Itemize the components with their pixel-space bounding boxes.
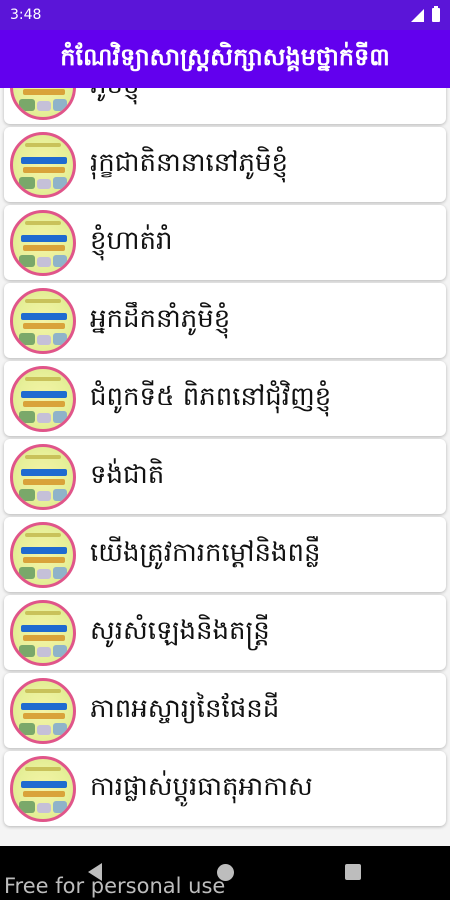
book-cover-thumbnail xyxy=(10,131,76,198)
lesson-list-item[interactable]: យើងត្រូវការកម្ដៅនិងពន្លឺ xyxy=(4,517,446,592)
lesson-list-item[interactable]: ទង់ជាតិ xyxy=(4,439,446,514)
thumbnail-detail xyxy=(25,454,61,459)
lesson-list-item[interactable]: ភាពអស្ចារ្យនៃផែនដី xyxy=(4,673,446,748)
thumbnail-detail xyxy=(21,624,67,632)
book-cover-thumbnail xyxy=(10,365,76,432)
thumbnail-detail xyxy=(25,688,61,693)
signal-icon xyxy=(411,8,424,22)
thumbnail-detail xyxy=(23,478,65,485)
thumbnail-detail xyxy=(53,176,67,189)
lesson-list-item[interactable]: ខ្ញុំហាត់រាំ xyxy=(4,205,446,280)
thumbnail-detail xyxy=(23,400,65,407)
book-cover-thumbnail xyxy=(10,209,76,276)
lesson-title: យើងត្រូវការកម្ដៅនិងពន្លឺ xyxy=(90,537,321,568)
book-cover-thumbnail xyxy=(10,599,76,666)
thumbnail-detail xyxy=(21,780,67,788)
thumbnail-detail xyxy=(53,98,67,111)
lesson-list-item[interactable]: រុក្ខជាតិនានានៅភូមិខ្ញុំ xyxy=(4,127,446,202)
thumbnail-detail xyxy=(23,790,65,797)
app-title: កំណែវិទ្យាសាស្ត្រសិក្សាសង្គមថ្នាក់ទី៣ xyxy=(60,42,390,71)
thumbnail-detail xyxy=(21,156,67,164)
thumbnail-detail xyxy=(53,254,67,267)
thumbnail-detail xyxy=(53,566,67,579)
book-cover-thumbnail xyxy=(10,521,76,588)
thumbnail-detail xyxy=(21,390,67,398)
thumbnail-detail xyxy=(53,488,67,501)
lesson-title: ភាពអស្ចារ្យនៃផែនដី xyxy=(90,693,280,724)
lesson-list-item[interactable]: ជំពូកទី៥ ពិភពនៅជុំវិញខ្ញុំ xyxy=(4,361,446,436)
thumbnail-detail xyxy=(37,334,51,345)
thumbnail-detail xyxy=(23,634,65,641)
book-cover-thumbnail xyxy=(10,755,76,822)
thumbnail-detail xyxy=(23,322,65,329)
thumbnail-detail xyxy=(37,178,51,189)
thumbnail-detail xyxy=(37,802,51,813)
lesson-list-content: ភូមិខ្ញុំរុក្ខជាតិនានានៅភូមិខ្ញុំខ្ញុំហា… xyxy=(0,88,450,829)
lesson-title: ខ្ញុំហាត់រាំ xyxy=(90,225,173,256)
thumbnail-detail xyxy=(23,712,65,719)
thumbnail-detail xyxy=(37,646,51,657)
watermark-text: Free for personal use xyxy=(4,874,226,898)
thumbnail-detail xyxy=(19,332,35,345)
thumbnail-detail xyxy=(25,142,61,147)
thumbnail-detail xyxy=(25,532,61,537)
lesson-list-item[interactable]: សូរសំឡេងនិងតន្ត្រី xyxy=(4,595,446,670)
thumbnail-detail xyxy=(21,546,67,554)
thumbnail-detail xyxy=(19,410,35,423)
lesson-title: សូរសំឡេងនិងតន្ត្រី xyxy=(90,615,270,646)
thumbnail-detail xyxy=(53,332,67,345)
status-icons xyxy=(411,6,440,22)
lesson-list-item[interactable]: អ្នកដឹកនាំភូមិខ្ញុំ xyxy=(4,283,446,358)
thumbnail-detail xyxy=(25,298,61,303)
thumbnail-detail xyxy=(23,88,65,95)
thumbnail-detail xyxy=(19,722,35,735)
thumbnail-detail xyxy=(23,244,65,251)
lesson-title: ទង់ជាតិ xyxy=(90,459,165,490)
thumbnail-detail xyxy=(37,412,51,423)
thumbnail-detail xyxy=(21,468,67,476)
battery-icon xyxy=(432,6,440,22)
lesson-list-item[interactable]: ភូមិខ្ញុំ xyxy=(4,88,446,124)
thumbnail-detail xyxy=(23,556,65,563)
recents-icon[interactable] xyxy=(345,864,361,880)
thumbnail-detail xyxy=(25,376,61,381)
lesson-list-item[interactable]: ការផ្លាស់ប្ដូរធាតុអាកាស xyxy=(4,751,446,826)
thumbnail-detail xyxy=(19,566,35,579)
thumbnail-detail xyxy=(21,234,67,242)
book-cover-thumbnail xyxy=(10,88,76,120)
thumbnail-detail xyxy=(37,490,51,501)
status-time: 3:48 xyxy=(10,7,42,23)
thumbnail-detail xyxy=(25,220,61,225)
thumbnail-detail xyxy=(19,800,35,813)
lesson-title: អ្នកដឹកនាំភូមិខ្ញុំ xyxy=(90,303,231,334)
thumbnail-detail xyxy=(19,644,35,657)
book-cover-thumbnail xyxy=(10,443,76,510)
book-cover-thumbnail xyxy=(10,677,76,744)
thumbnail-detail xyxy=(53,722,67,735)
lesson-title: ការផ្លាស់ប្ដូរធាតុអាកាស xyxy=(90,771,313,802)
thumbnail-detail xyxy=(53,644,67,657)
thumbnail-detail xyxy=(25,610,61,615)
lesson-title: ភូមិខ្ញុំ xyxy=(90,88,140,106)
lesson-list[interactable]: ភូមិខ្ញុំរុក្ខជាតិនានានៅភូមិខ្ញុំខ្ញុំហា… xyxy=(0,88,450,846)
thumbnail-detail xyxy=(53,800,67,813)
thumbnail-detail xyxy=(53,410,67,423)
thumbnail-detail xyxy=(37,568,51,579)
app-bar: កំណែវិទ្យាសាស្ត្រសិក្សាសង្គមថ្នាក់ទី៣ xyxy=(0,30,450,88)
lesson-title: រុក្ខជាតិនានានៅភូមិខ្ញុំ xyxy=(90,147,289,178)
thumbnail-detail xyxy=(37,724,51,735)
lesson-title: ជំពូកទី៥ ពិភពនៅជុំវិញខ្ញុំ xyxy=(90,381,332,412)
thumbnail-detail xyxy=(21,702,67,710)
book-cover-thumbnail xyxy=(10,287,76,354)
thumbnail-detail xyxy=(37,256,51,267)
thumbnail-detail xyxy=(19,254,35,267)
thumbnail-detail xyxy=(19,488,35,501)
thumbnail-detail xyxy=(19,176,35,189)
thumbnail-detail xyxy=(21,312,67,320)
thumbnail-detail xyxy=(37,100,51,111)
thumbnail-detail xyxy=(19,98,35,111)
status-bar: 3:48 xyxy=(0,0,450,30)
thumbnail-detail xyxy=(23,166,65,173)
thumbnail-detail xyxy=(25,766,61,771)
